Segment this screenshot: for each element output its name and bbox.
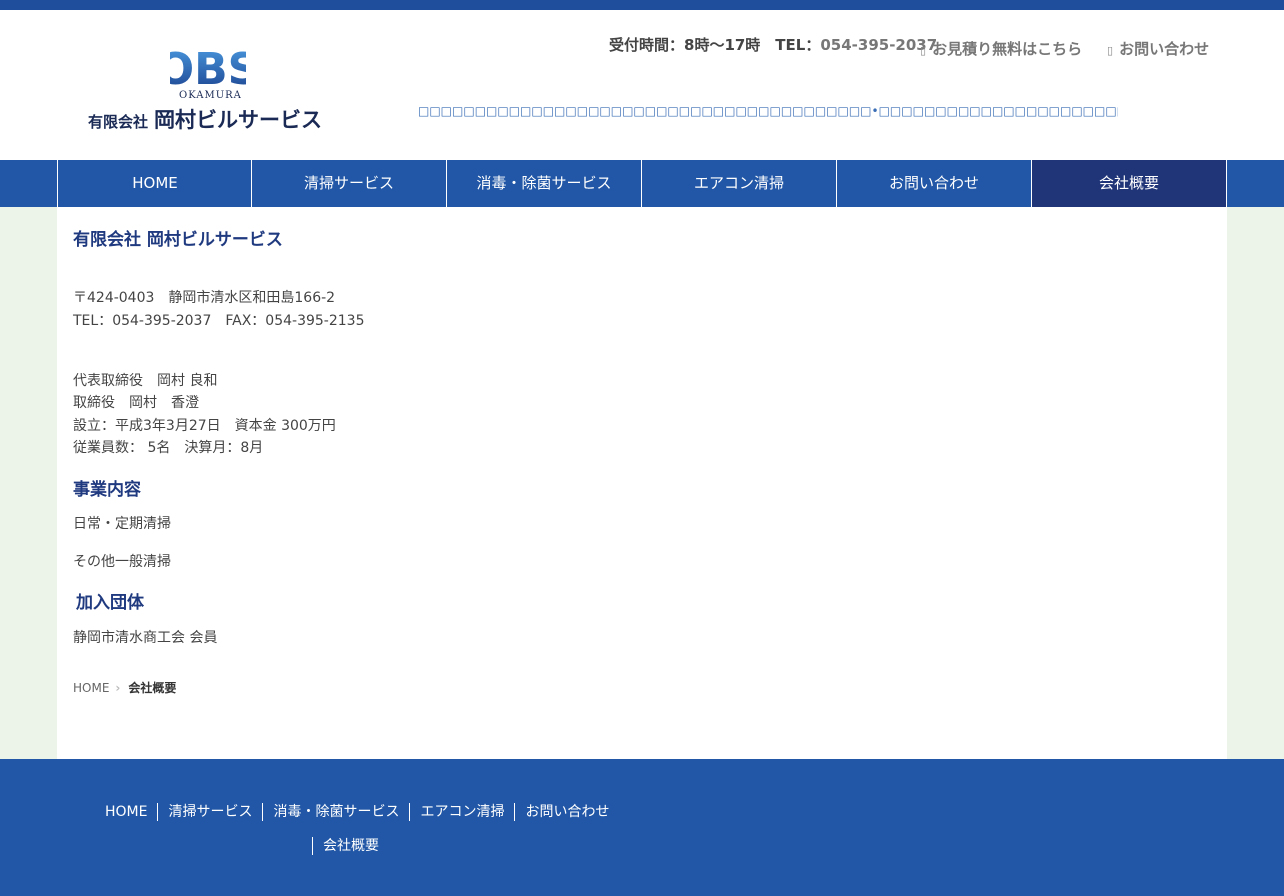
- footer-link-cleaning[interactable]: 清掃サービス: [157, 803, 262, 821]
- main-nav: HOME 清掃サービス 消毒・除菌サービス エアコン清掃 お問い合わせ 会社概要: [0, 160, 1284, 207]
- footer-link-company[interactable]: 会社概要: [312, 837, 379, 855]
- company-logo[interactable]: OBS OKAMURA 有限会社 岡村ビルサービス: [88, 42, 333, 142]
- nav-item-home[interactable]: HOME: [57, 160, 252, 207]
- hours-text: 受付時間：8時〜17時 TEL：: [609, 36, 821, 54]
- chevron-right-icon: ›: [115, 681, 121, 695]
- breadcrumb-current: 会社概要: [128, 681, 177, 695]
- main-content: 有限会社 岡村ビルサービス 〒424-0403 静岡市清水区和田島166-2 T…: [57, 207, 1227, 759]
- footer-link-home[interactable]: HOME: [105, 803, 157, 821]
- company-address: 〒424-0403 静岡市清水区和田島166-2: [73, 290, 336, 306]
- business-hours: 受付時間：8時〜17時 TEL：054-395-2037: [609, 34, 937, 55]
- footer-link-disinfection[interactable]: 消毒・除菌サービス: [262, 803, 409, 821]
- breadcrumb-home[interactable]: HOME: [73, 681, 109, 695]
- nav-item-company[interactable]: 会社概要: [1031, 160, 1226, 207]
- company-director: 取締役 岡村 香澄: [73, 395, 199, 411]
- footer-nav: HOME 清掃サービス 消毒・除菌サービス エアコン清掃 お問い合わせ: [105, 803, 619, 821]
- contact-link[interactable]: ▯ お問い合わせ: [1107, 38, 1209, 59]
- nav-item-disinfection[interactable]: 消毒・除菌サービス: [446, 160, 641, 207]
- obs-logo-mark: OBS: [170, 44, 246, 90]
- estimate-link[interactable]: ▯ お見積り無料はこちら: [920, 38, 1082, 59]
- site-header: OBS OKAMURA 有限会社 岡村ビルサービス 受付時間：8時〜17時 TEL…: [0, 10, 1284, 160]
- logo-company-label: 岡村ビルサービス: [154, 108, 323, 132]
- logo-mark-text: OBS: [170, 44, 246, 90]
- footer-link-contact[interactable]: お問い合わせ: [514, 803, 619, 821]
- business-item: その他一般清掃: [73, 554, 171, 570]
- footer-link-aircon[interactable]: エアコン清掃: [409, 803, 514, 821]
- site-footer: HOME 清掃サービス 消毒・除菌サービス エアコン清掃 お問い合わせ 会社概要: [0, 759, 1284, 896]
- company-founded: 設立：平成3年3月27日 資本金 300万円: [73, 418, 336, 434]
- nav-item-cleaning[interactable]: 清掃サービス: [251, 160, 446, 207]
- mail-icon: ▯: [1107, 44, 1114, 57]
- membership-text: 静岡市清水商工会 会員: [73, 630, 218, 646]
- logo-subtitle: OKAMURA: [179, 90, 242, 101]
- company-representative: 代表取締役 岡村 良和: [73, 373, 218, 389]
- contact-link-label: お問い合わせ: [1119, 40, 1210, 58]
- company-tel-fax: TEL：054-395-2037 FAX：054-395-2135: [73, 313, 365, 329]
- nav-item-aircon[interactable]: エアコン清掃: [641, 160, 836, 207]
- business-item: 日常・定期清掃: [73, 516, 171, 532]
- nav-divider: [1226, 160, 1227, 207]
- membership-heading: 加入団体: [76, 593, 144, 613]
- business-heading: 事業内容: [73, 480, 141, 500]
- nav-item-contact[interactable]: お問い合わせ: [836, 160, 1031, 207]
- company-staff: 従業員数： 5名 決算月：8月: [73, 440, 264, 456]
- estimate-link-label: お見積り無料はこちら: [932, 40, 1083, 58]
- company-title: 有限会社 岡村ビルサービス: [73, 230, 283, 250]
- document-icon: ▯: [920, 44, 927, 57]
- header-tagline: □□□□□□□□□□□□□□□□□□□□□□□□□□□□□□□□□□□□□□□□…: [418, 104, 1118, 118]
- logo-company-type: 有限会社: [88, 113, 149, 131]
- logo-company-name: 有限会社 岡村ビルサービス: [88, 104, 322, 134]
- breadcrumb: HOME › 会社概要: [73, 679, 176, 696]
- top-accent-bar: [0, 0, 1284, 10]
